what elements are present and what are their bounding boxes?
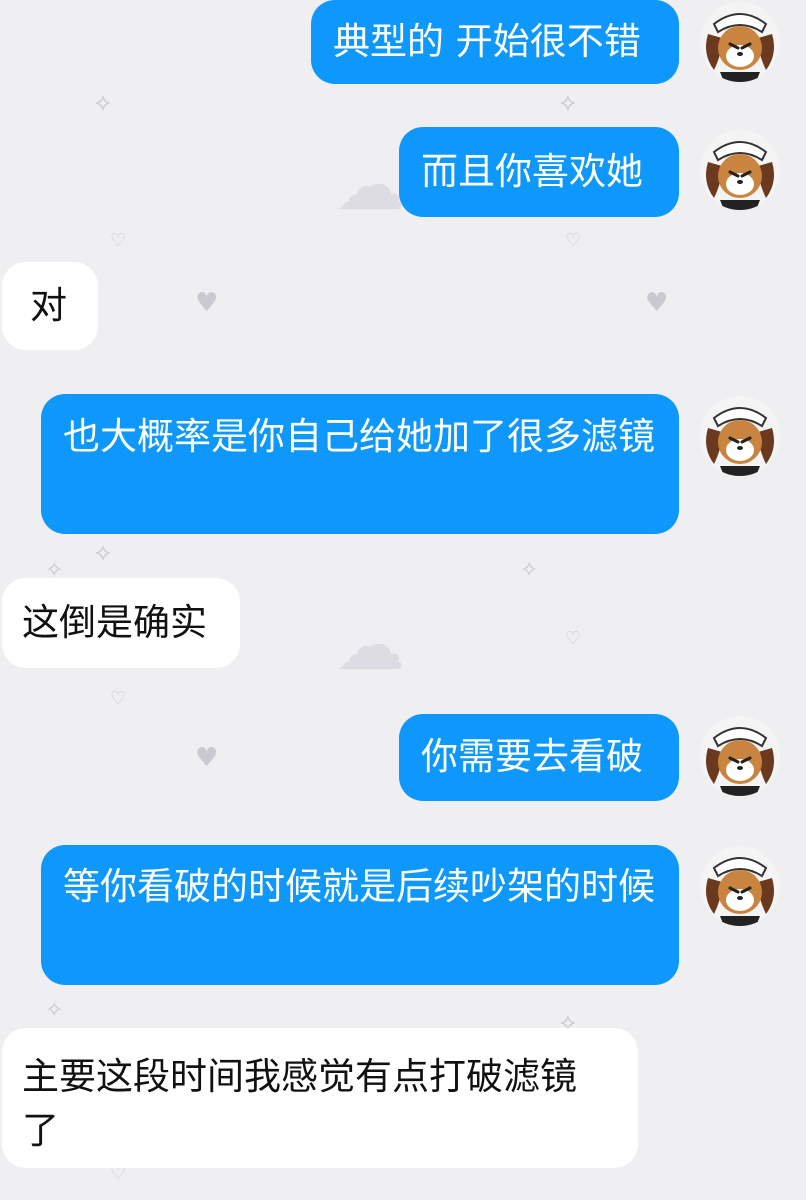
maid-puppy-avatar[interactable]: [700, 716, 780, 796]
bunny-icon: ☁: [335, 144, 405, 226]
avatar-image: [700, 396, 780, 476]
candy-icon: ⟡: [95, 538, 111, 566]
message-bubble-outgoing[interactable]: 而且你喜欢她: [399, 127, 679, 217]
message-bubble-incoming[interactable]: 主要这段时间我感觉有点打破滤镜了: [2, 1028, 638, 1168]
chat-area[interactable]: ♡ ♡ ♥ ♥ ⟡ ⟡ ☁ ☁ ♡ ♡ ♥ ✧ ✧ ✧ ⟡ ⟡ ♡ 典型的 开始…: [0, 0, 806, 1200]
message-bubble-outgoing[interactable]: 等你看破的时候就是后续吵架的时候: [41, 845, 679, 985]
message-bubble-incoming[interactable]: 这倒是确实: [2, 578, 240, 668]
message-bubble-incoming[interactable]: 对: [2, 262, 98, 350]
avatar-image: [700, 716, 780, 796]
maid-puppy-avatar[interactable]: [700, 396, 780, 476]
heart-icon: ♥: [195, 288, 219, 318]
avatar-image: [700, 2, 780, 82]
avatar-image: [700, 130, 780, 210]
sparkle-icon: ✧: [45, 998, 64, 1023]
heart-icon: ♡: [565, 230, 582, 251]
bunny-icon: ☁: [335, 604, 405, 686]
maid-puppy-avatar[interactable]: [700, 130, 780, 210]
candy-icon: ⟡: [95, 88, 111, 116]
candy-icon: ⟡: [560, 88, 576, 116]
message-bubble-outgoing[interactable]: 也大概率是你自己给她加了很多滤镜: [41, 394, 679, 534]
heart-icon: ♡: [110, 230, 127, 251]
heart-icon: ♥: [195, 743, 219, 773]
heart-icon: ♡: [110, 688, 127, 709]
heart-icon: ♡: [565, 628, 582, 649]
sparkle-icon: ✧: [520, 558, 539, 583]
heart-icon: ♥: [645, 288, 669, 318]
message-bubble-outgoing[interactable]: 典型的 开始很不错: [311, 0, 679, 84]
maid-puppy-avatar[interactable]: [700, 2, 780, 82]
message-bubble-outgoing[interactable]: 你需要去看破: [399, 714, 679, 801]
avatar-image: [700, 846, 780, 926]
maid-puppy-avatar[interactable]: [700, 846, 780, 926]
